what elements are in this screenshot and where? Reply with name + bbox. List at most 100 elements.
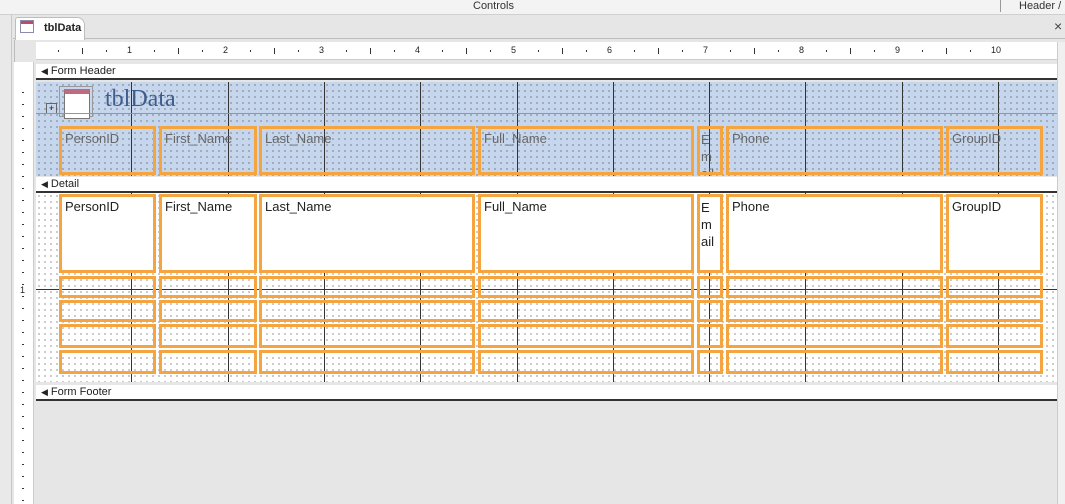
vertical-ruler[interactable]: 1: [14, 62, 34, 504]
ruler-tick: [22, 404, 24, 405]
header-label-groupid[interactable]: GroupID: [946, 126, 1043, 175]
detail-control-cell[interactable]: [478, 276, 694, 298]
ruler-mark: 5: [511, 45, 517, 55]
header-label-email[interactable]: Email: [697, 126, 723, 175]
detail-control-cell[interactable]: [59, 276, 156, 298]
detail-control-cell[interactable]: [159, 350, 257, 374]
tab-label: tblData: [44, 22, 82, 34]
detail-control-cell[interactable]: [946, 276, 1043, 298]
ruler-tick: [22, 344, 24, 345]
detail-control-cell[interactable]: [159, 300, 257, 322]
ruler-tick: [22, 224, 24, 225]
detail-control-cell[interactable]: [946, 300, 1043, 322]
detail-control-cell[interactable]: [259, 350, 475, 374]
textbox-phone[interactable]: Phone: [726, 194, 943, 273]
ruler-tick: [22, 272, 24, 273]
ruler-tick: [22, 212, 24, 213]
form-icon: [20, 20, 34, 33]
close-icon[interactable]: ×: [1054, 18, 1062, 34]
detail-control-cell[interactable]: [726, 276, 943, 298]
detail-control-cell[interactable]: [726, 324, 943, 348]
ruler-tick: [22, 128, 24, 129]
vertical-scrollbar[interactable]: [1057, 42, 1065, 504]
detail-control-cell[interactable]: [159, 276, 257, 298]
ruler-tick: [22, 464, 24, 465]
ruler-tick: [202, 50, 203, 52]
form-footer-bar[interactable]: ◀ Form Footer: [36, 385, 1057, 401]
ruler-tick: [22, 200, 24, 201]
ribbon-group-controls: Controls: [473, 0, 514, 12]
section-arrow-icon: ◀: [41, 66, 48, 76]
ruler-tick: [22, 248, 24, 249]
textbox-first-name[interactable]: First_Name: [159, 194, 257, 273]
ruler-tick: [22, 140, 24, 141]
section-arrow-icon: ◀: [41, 387, 48, 397]
ruler-tick: [682, 50, 683, 52]
detail-control-cell[interactable]: [478, 324, 694, 348]
detail-control-cell[interactable]: [946, 324, 1043, 348]
detail-control-cell[interactable]: [478, 300, 694, 322]
ruler-tick: [22, 488, 24, 489]
detail-control-cell[interactable]: [697, 350, 723, 374]
ruler-tick: [22, 428, 24, 429]
detail-control-cell[interactable]: [59, 300, 156, 322]
textbox-email[interactable]: Email: [697, 194, 723, 273]
form-header-bar[interactable]: ◀ Form Header: [36, 64, 1057, 80]
detail-control-cell[interactable]: [259, 300, 475, 322]
header-label-last-name[interactable]: Last_Name: [259, 126, 475, 175]
ruler-tick: [22, 356, 24, 357]
ruler-tick: [22, 308, 24, 309]
ruler-tick: [562, 48, 563, 54]
ruler-tick: [178, 48, 179, 54]
detail-control-cell[interactable]: [259, 276, 475, 298]
detail-control-cell[interactable]: [726, 350, 943, 374]
ruler-tick: [778, 50, 779, 52]
detail-control-cell[interactable]: [59, 350, 156, 374]
header-label-personid[interactable]: PersonID: [59, 126, 156, 175]
ruler-tick: [82, 48, 83, 54]
textbox-full-name[interactable]: Full_Name: [478, 194, 694, 273]
ruler-tick: [274, 48, 275, 54]
ruler-tick: [22, 392, 24, 393]
ruler-tick: [22, 500, 24, 501]
form-footer-label: Form Footer: [50, 386, 112, 398]
form-header-label: Form Header: [50, 65, 116, 77]
ruler-tick: [346, 50, 347, 52]
textbox-email-text: Email: [701, 200, 715, 249]
detail-control-cell[interactable]: [259, 324, 475, 348]
ruler-tick: [22, 452, 24, 453]
detail-control-cell[interactable]: [59, 324, 156, 348]
textbox-personid[interactable]: PersonID: [59, 194, 156, 273]
detail-control-cell[interactable]: [697, 276, 723, 298]
textbox-groupid[interactable]: GroupID: [946, 194, 1043, 273]
detail-control-cell[interactable]: [726, 300, 943, 322]
ruler-mark: 6: [607, 45, 613, 55]
ruler-tick: [586, 50, 587, 52]
ruler-tick: [22, 260, 24, 261]
form-footer-section[interactable]: [36, 402, 1057, 504]
ruler-tick: [538, 50, 539, 52]
ruler-tick: [946, 48, 947, 54]
detail-control-cell[interactable]: [159, 324, 257, 348]
form-title-label[interactable]: tblData: [105, 86, 176, 113]
ruler-tick: [250, 50, 251, 52]
ruler-tick: [874, 50, 875, 52]
ruler-tick: [394, 50, 395, 52]
header-label-full-name[interactable]: Full_Name: [478, 126, 694, 175]
ruler-mark: 1: [127, 45, 133, 55]
textbox-last-name[interactable]: Last_Name: [259, 194, 475, 273]
header-label-phone[interactable]: Phone: [726, 126, 943, 175]
detail-bar[interactable]: ◀ Detail: [36, 177, 1057, 193]
navigation-pane[interactable]: [0, 15, 12, 504]
header-label-first-name[interactable]: First_Name: [159, 126, 257, 175]
ruler-tick: [826, 50, 827, 52]
ruler-mark: 4: [415, 45, 421, 55]
ruler-tick: [22, 440, 24, 441]
detail-control-cell[interactable]: [697, 324, 723, 348]
detail-control-cell[interactable]: [697, 300, 723, 322]
ruler-tick: [22, 188, 24, 189]
horizontal-ruler[interactable]: 1 2 3 4 5 6 7 8 9 10: [36, 42, 1057, 60]
detail-control-cell[interactable]: [946, 350, 1043, 374]
ruler-tick: [22, 92, 24, 93]
detail-control-cell[interactable]: [478, 350, 694, 374]
